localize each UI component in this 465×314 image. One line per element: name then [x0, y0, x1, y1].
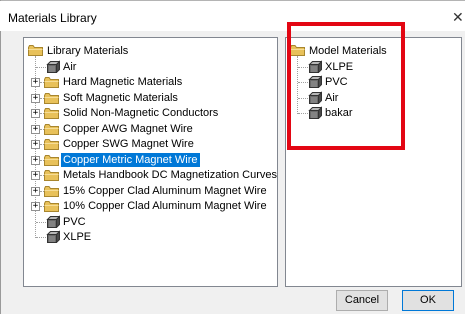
left-border [0, 0, 1, 314]
expand-plus-icon[interactable]: + [31, 109, 40, 118]
tree-item-label: Hard Magnetic Materials [63, 76, 183, 88]
tree-item-label: Air [63, 60, 77, 73]
expand-plus-icon[interactable]: + [31, 140, 40, 149]
tree-item-label: Copper SWG Magnet Wire [63, 138, 194, 150]
folder-icon [44, 139, 59, 150]
highlight-box [287, 22, 405, 150]
expand-plus-icon[interactable]: + [31, 202, 40, 211]
folder-icon [44, 92, 59, 104]
tree-connector [36, 66, 46, 68]
materials-library-dialog: Materials Library ✕ Library Materials Air… [0, 0, 465, 314]
folder-icon [44, 201, 59, 212]
folder-icon [44, 123, 59, 135]
material-icon [46, 230, 61, 244]
material-icon [46, 214, 61, 229]
folder-icon [28, 45, 43, 56]
expand-plus-icon[interactable]: + [31, 93, 40, 103]
expand-plus-icon[interactable]: + [31, 171, 40, 180]
library-materials-tree[interactable]: Library Materials Air + Hard Magnetic Mater… [23, 37, 278, 287]
tree-item-label: Copper Metric Magnet Wire [61, 152, 200, 167]
window-title: Materials Library [8, 11, 97, 25]
folder-icon [44, 154, 59, 166]
expand-plus-icon[interactable]: + [31, 186, 40, 196]
ok-button[interactable]: OK [402, 290, 454, 311]
tree-item-label: Soft Magnetic Materials [63, 91, 178, 104]
expand-plus-icon[interactable]: + [31, 155, 40, 165]
close-icon[interactable]: ✕ [452, 9, 464, 26]
expand-plus-icon[interactable]: + [31, 124, 40, 134]
tree-item-label: PVC [63, 215, 86, 228]
expand-plus-icon[interactable]: + [31, 78, 40, 87]
tree-item-label: 10% Copper Clad Aluminum Magnet Wire [63, 200, 267, 212]
tree-item-label: 15% Copper Clad Aluminum Magnet Wire [63, 184, 267, 197]
folder-icon [44, 170, 59, 181]
cancel-button[interactable]: Cancel [336, 290, 388, 311]
material-icon [46, 59, 61, 74]
tree-item-label: Solid Non-Magnetic Conductors [63, 107, 219, 119]
folder-icon [44, 185, 59, 197]
tree-connector [36, 221, 46, 223]
tree-item-label: Metals Handbook DC Magnetization Curves [63, 169, 277, 181]
folder-icon [44, 108, 59, 119]
tree-connector [36, 237, 46, 238]
tree-item-label: Copper AWG Magnet Wire [63, 122, 193, 135]
tree-item-label: Library Materials [47, 45, 129, 57]
tree-item-label: XLPE [63, 231, 92, 243]
folder-icon [44, 77, 59, 88]
